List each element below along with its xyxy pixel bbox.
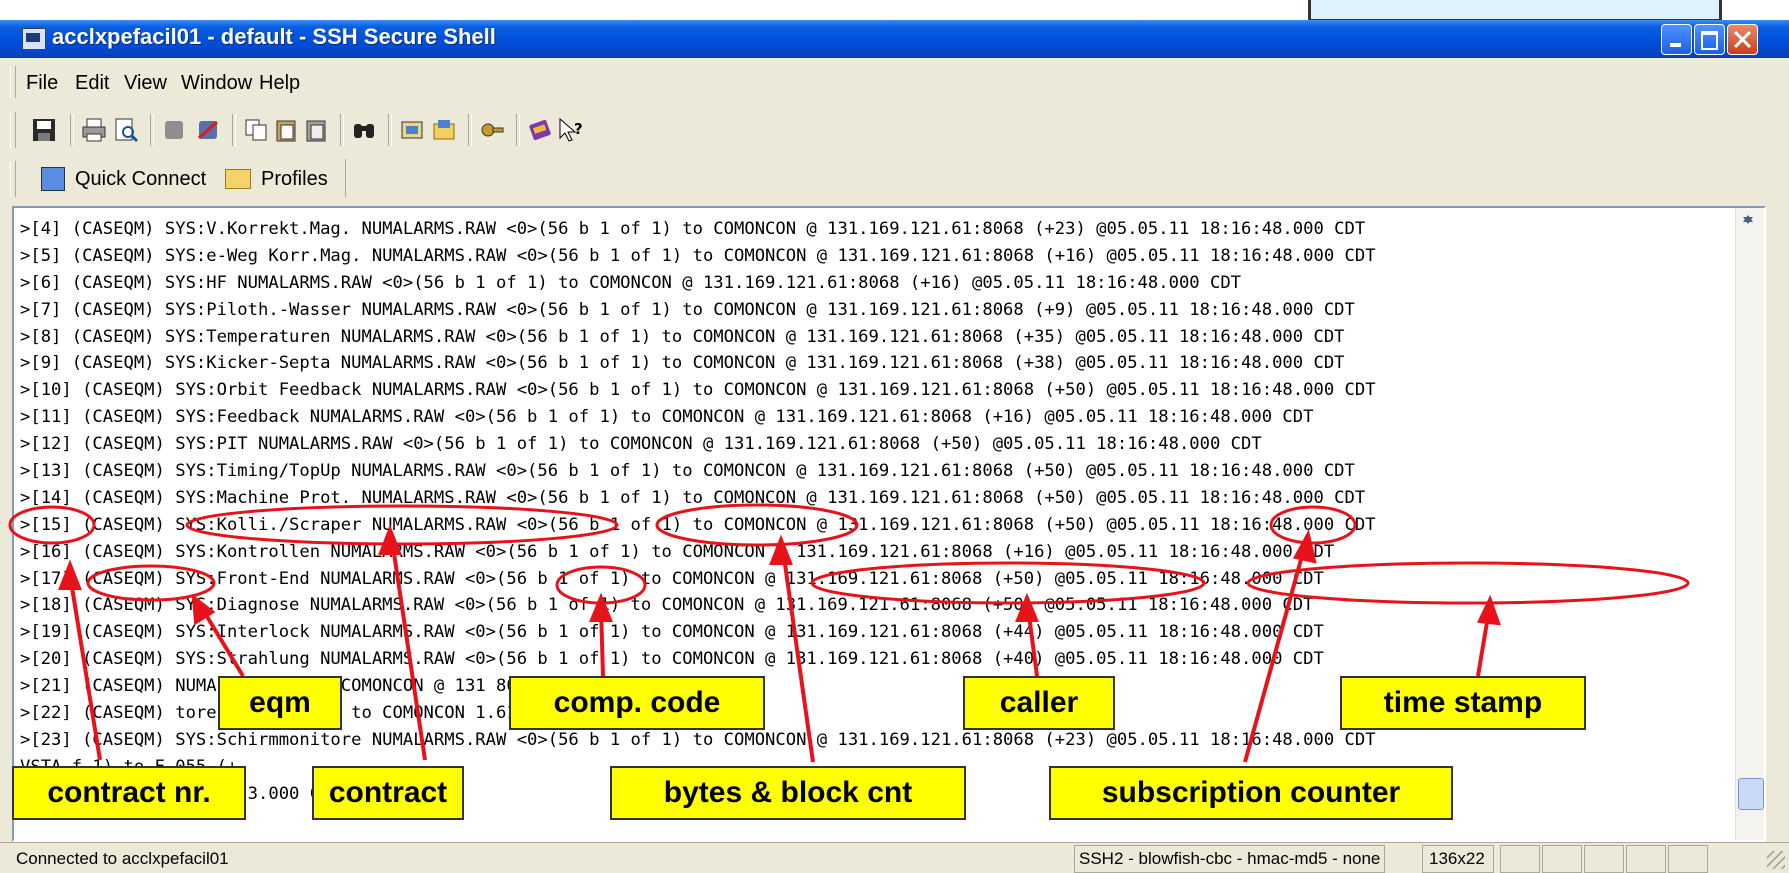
settings-icon[interactable] <box>398 116 426 144</box>
quick-connect-button[interactable]: Quick Connect <box>75 168 206 191</box>
slide-header-strip <box>0 0 1789 20</box>
menu-bar: File Edit View Window Help <box>0 62 1789 102</box>
terminal-line: >[17] (CASEQM) SYS:Front-End NUMALARMS.R… <box>20 568 1324 589</box>
print-preview-icon[interactable] <box>112 116 140 144</box>
terminal-line: >[7] (CASEQM) SYS:Piloth.-Wasser NUMALAR… <box>20 299 1355 320</box>
slide-header-box <box>1308 0 1722 20</box>
copy-icon[interactable] <box>242 116 270 144</box>
quick-bar-grip[interactable] <box>10 161 16 197</box>
callout-bytes-block-cnt: bytes & block cnt <box>610 766 966 820</box>
ssh-secure-shell-window: acclxpefacil01 - default - SSH Secure Sh… <box>0 0 1789 873</box>
folder-icon[interactable] <box>225 169 251 189</box>
status-cell <box>1584 845 1624 873</box>
scroll-thumb[interactable] <box>1738 778 1764 810</box>
toolbar-grip[interactable] <box>10 112 16 148</box>
minimize-button[interactable] <box>1661 24 1692 55</box>
terminal-line: >[14] (CASEQM) SYS:Machine Prot. NUMALAR… <box>20 487 1366 508</box>
profiles-button[interactable]: Profiles <box>261 168 328 191</box>
terminal-line: >[16] (CASEQM) SYS:Kontrollen NUMALARMS.… <box>20 541 1335 562</box>
status-cell <box>1626 845 1666 873</box>
terminal-line: >[4] (CASEQM) SYS:V.Korrekt.Mag. NUMALAR… <box>20 219 1366 239</box>
save-icon[interactable] <box>30 116 58 144</box>
terminal-line: >[18] (CASEQM) SYS:Diagnose NUMALARMS.RA… <box>20 595 1314 616</box>
terminal-line: >[5] (CASEQM) SYS:e-Weg Korr.Mag. NUMALA… <box>20 245 1376 266</box>
quick-connect-icon[interactable] <box>41 167 65 191</box>
terminal-line: >[19] (CASEQM) SYS:Interlock NUMALARMS.R… <box>20 622 1324 643</box>
help-icon[interactable] <box>526 116 554 144</box>
toolbar-separator <box>516 114 520 146</box>
disconnect-icon[interactable] <box>160 116 188 144</box>
terminal-line: >[9] (CASEQM) SYS:Kicker-Septa NUMALARMS… <box>20 353 1345 374</box>
status-cell <box>1668 845 1708 873</box>
terminal-size: 136x22 <box>1422 845 1494 873</box>
menu-grip[interactable] <box>10 66 16 98</box>
callout-subscription-counter: subscription counter <box>1049 766 1453 820</box>
terminal-output[interactable]: >[4] (CASEQM) SYS:V.Korrekt.Mag. NUMALAR… <box>12 206 1766 842</box>
maximize-button[interactable] <box>1694 24 1725 55</box>
callout-contract: contract <box>312 766 464 820</box>
quick-connect-bar: Quick Connect Profiles <box>0 157 1789 201</box>
terminal-line: >[10] (CASEQM) SYS:Orbit Feedback NUMALA… <box>20 380 1376 401</box>
menu-help[interactable]: Help <box>259 72 300 95</box>
title-bar[interactable]: acclxpefacil01 - default - SSH Secure Sh… <box>0 20 1789 58</box>
print-icon[interactable] <box>80 116 108 144</box>
toolbar-separator <box>232 114 236 146</box>
terminal-line: >[12] (CASEQM) SYS:PIT NUMALARMS.RAW <0>… <box>20 434 1262 455</box>
status-text: Connected to acclxpefacil01 <box>16 849 229 868</box>
toolbar-separator <box>468 114 472 146</box>
toolbar-separator <box>150 114 154 146</box>
callout-caller: caller <box>963 676 1115 730</box>
menu-edit[interactable]: Edit <box>75 72 109 95</box>
toolbar: ? <box>0 106 1789 154</box>
paste-special-icon[interactable] <box>302 116 330 144</box>
svg-text:?: ? <box>574 120 583 138</box>
keys-icon[interactable] <box>478 116 506 144</box>
toolbar-separator <box>340 114 344 146</box>
terminal-line: >[8] (CASEQM) SYS:Temperaturen NUMALARMS… <box>20 326 1345 347</box>
profiles-icon[interactable] <box>430 116 458 144</box>
vertical-scrollbar[interactable] <box>1735 208 1764 840</box>
callout-eqm: eqm <box>218 676 342 730</box>
menu-view[interactable]: View <box>124 72 167 95</box>
terminal-app-icon <box>22 28 46 50</box>
menu-window[interactable]: Window <box>181 72 252 95</box>
terminal-line: >[15] (CASEQM) SYS:Kolli./Scraper NUMALA… <box>20 514 1376 535</box>
status-bar: Connected to acclxpefacil01 SSH2 - blowf… <box>0 842 1789 873</box>
toolbar-separator <box>70 114 74 146</box>
callout-comp-code: comp. code <box>509 676 765 730</box>
quick-connect-group: Quick Connect Profiles <box>25 159 346 197</box>
paste-icon[interactable] <box>272 116 300 144</box>
terminal-line: >[11] (CASEQM) SYS:Feedback NUMALARMS.RA… <box>20 407 1314 428</box>
menu-file[interactable]: File <box>26 72 58 95</box>
callout-time-stamp: time stamp <box>1340 676 1586 730</box>
connection-info: SSH2 - blowfish-cbc - hmac-md5 - none <box>1074 845 1386 873</box>
context-help-icon[interactable]: ? <box>556 116 584 144</box>
toolbar-separator <box>388 114 392 146</box>
terminal-line: >[23] (CASEQM) SYS:Schirmmonitore NUMALA… <box>20 729 1376 750</box>
window-title: acclxpefacil01 - default - SSH Secure Sh… <box>52 24 496 49</box>
terminal-line: >[13] (CASEQM) SYS:Timing/TopUp NUMALARM… <box>20 461 1355 482</box>
terminal-line: >[6] (CASEQM) SYS:HF NUMALARMS.RAW <0>(5… <box>20 272 1242 293</box>
resize-grip[interactable] <box>1767 851 1785 869</box>
status-cell <box>1500 845 1540 873</box>
terminal-line: >[20] (CASEQM) SYS:Strahlung NUMALARMS.R… <box>20 649 1324 670</box>
close-button[interactable] <box>1727 24 1758 55</box>
status-cell <box>1542 845 1582 873</box>
connect-icon[interactable] <box>194 116 222 144</box>
find-icon[interactable] <box>350 116 378 144</box>
callout-contract-nr: contract nr. <box>12 766 246 820</box>
